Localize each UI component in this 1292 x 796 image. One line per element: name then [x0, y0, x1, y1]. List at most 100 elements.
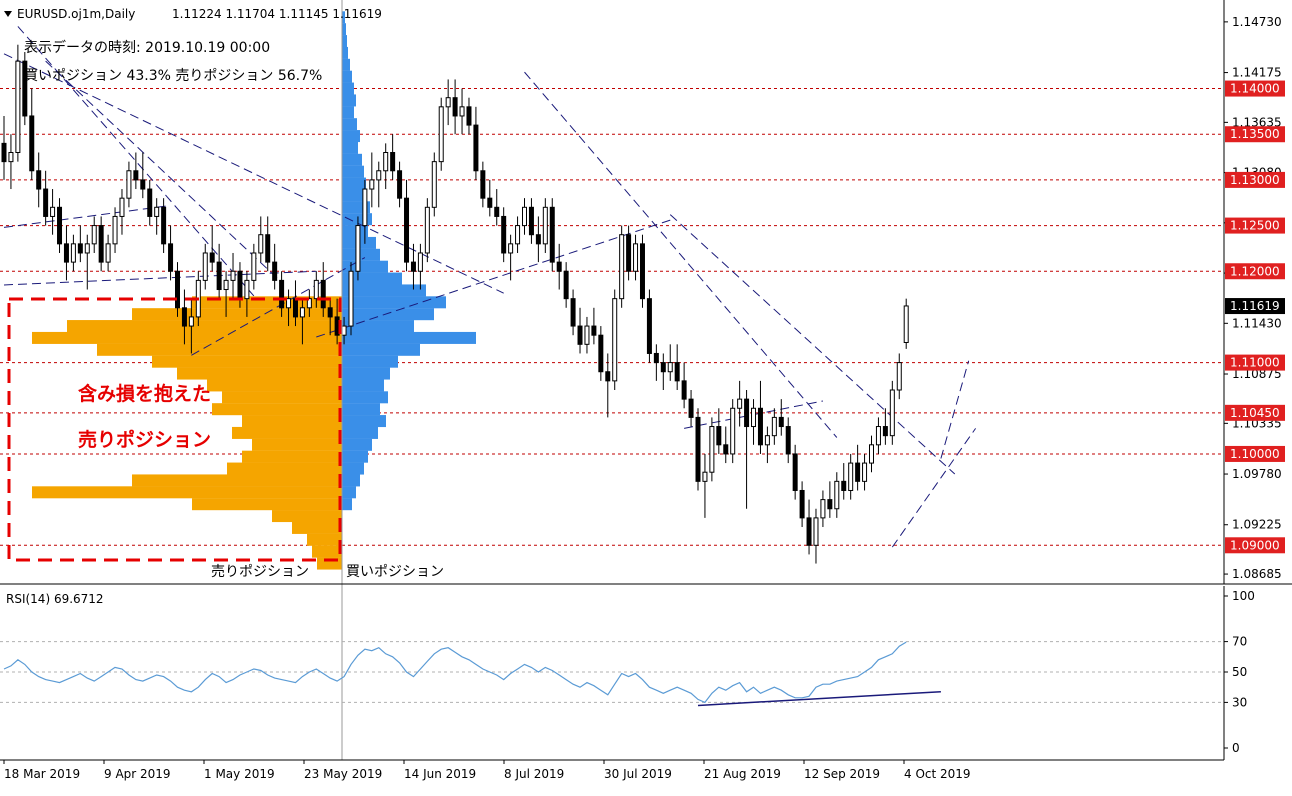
candle-up: [286, 298, 292, 309]
candle-up: [709, 426, 715, 473]
sell-position-label: 売りポジション: [211, 564, 309, 580]
candle-up: [875, 426, 881, 446]
candle-down: [237, 270, 243, 300]
chart-window[interactable]: 1.147301.141751.136351.130801.125301.119…: [0, 0, 1292, 792]
candle-down: [1, 142, 7, 163]
rsi-tick-label: 100: [1232, 589, 1255, 603]
candle-down: [556, 261, 562, 272]
candle-down: [410, 261, 416, 272]
candle-up: [362, 188, 368, 227]
price-tick-label: 1.11430: [1232, 316, 1282, 330]
candle-up: [445, 97, 451, 108]
candle-down: [168, 243, 174, 272]
candle-down: [639, 243, 645, 300]
time-tick-label: 8 Jul 2019: [504, 767, 564, 781]
candle-up: [889, 389, 895, 437]
sell-profile-bar: [252, 438, 342, 451]
rsi-tick-label: 30: [1232, 695, 1247, 709]
buy-profile-bar: [342, 35, 347, 48]
sell-profile-bar: [212, 403, 342, 416]
candle-up: [299, 307, 305, 318]
buy-profile-bar: [342, 450, 368, 463]
candle-up: [424, 206, 430, 254]
chart-canvas[interactable]: 1.147301.141751.136351.130801.125301.119…: [0, 0, 1292, 792]
candle-down: [292, 298, 298, 318]
candle-up: [813, 517, 819, 546]
candle-up: [383, 152, 389, 172]
candle-up: [612, 298, 618, 382]
buy-profile-bar: [342, 177, 366, 190]
sell-profile-bar: [67, 320, 342, 333]
candle-down: [265, 234, 271, 263]
candle-down: [466, 106, 472, 126]
rsi-title: RSI(14) 69.6712: [6, 592, 104, 606]
candle-down: [272, 261, 278, 281]
candle-up: [376, 170, 382, 181]
candle-down: [133, 170, 139, 181]
candle-down: [882, 426, 888, 437]
candle-down: [841, 480, 847, 491]
candle-down: [806, 517, 812, 546]
buy-profile-bar: [342, 58, 350, 71]
buy-profile-bar: [342, 46, 348, 59]
sell-profile-bar: [32, 331, 342, 344]
candle-down: [397, 170, 403, 199]
candle-down: [473, 124, 479, 172]
candle-down: [216, 261, 222, 291]
candle-down: [535, 234, 541, 245]
candle-up: [896, 362, 902, 391]
candle-down: [598, 334, 604, 373]
candle-up: [751, 407, 757, 428]
candle-down: [757, 407, 763, 446]
candle-down: [57, 206, 63, 245]
price-level-tag-text: 1.11000: [1230, 356, 1280, 370]
buy-profile-bar: [342, 426, 378, 439]
candle-down: [320, 279, 326, 309]
candle-up: [313, 279, 319, 300]
sell-profile-bar: [272, 510, 342, 523]
candle-down: [501, 215, 507, 254]
candle-up: [619, 234, 625, 300]
candle-up: [154, 206, 160, 217]
buy-profile-bar: [342, 189, 364, 202]
buy-profile-bar: [342, 415, 386, 428]
sell-profile-bar: [312, 545, 342, 558]
buy-profile-bar: [342, 70, 352, 83]
candle-up: [730, 407, 736, 455]
candle-up: [515, 225, 521, 245]
time-tick-label: 14 Jun 2019: [404, 767, 476, 781]
sell-profile-bar: [132, 308, 342, 321]
buy-profile-bar: [342, 213, 372, 226]
candle-down: [452, 97, 458, 117]
candle-down: [209, 252, 215, 263]
candle-down: [855, 462, 861, 482]
candle-down: [487, 197, 493, 208]
candle-down: [390, 152, 396, 172]
candle-up: [369, 179, 375, 190]
sell-profile-bar: [227, 462, 342, 475]
symbol-title: EURUSD.oj1m,Daily: [17, 7, 135, 21]
candle-up: [84, 243, 90, 254]
sell-profile-bar: [307, 533, 342, 546]
candle-down: [175, 270, 180, 309]
position-ratio: 買いポジション 43.3% 売りポジション 56.7%: [24, 68, 322, 84]
buy-profile-bar: [342, 498, 352, 511]
buy-profile-bar: [342, 141, 358, 154]
buy-profile-bar: [342, 82, 354, 95]
sell-profile-bar: [132, 474, 342, 487]
candle-up: [834, 480, 840, 510]
candle-down: [778, 416, 784, 428]
candle-up: [869, 444, 874, 464]
candle-up: [188, 316, 194, 327]
sell-profile-bar: [152, 355, 342, 368]
sell-profile-bar: [242, 415, 342, 428]
price-level-tag-text: 1.13500: [1230, 127, 1280, 141]
candle-up: [70, 243, 76, 263]
candle-down: [181, 307, 187, 327]
candle-down: [827, 499, 833, 510]
candle-up: [459, 106, 465, 117]
sell-profile-bar: [207, 379, 342, 392]
candle-up: [112, 215, 118, 245]
candle-up: [230, 270, 236, 281]
price-level-tag-text: 1.10450: [1230, 406, 1280, 420]
